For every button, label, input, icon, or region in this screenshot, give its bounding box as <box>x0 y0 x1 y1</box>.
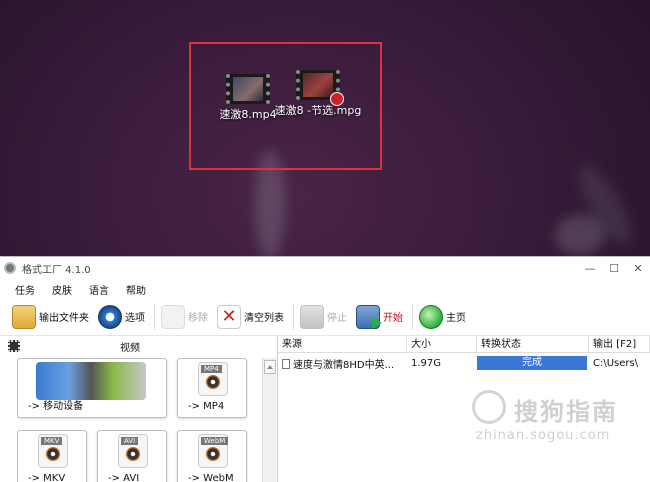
document-icon <box>161 304 185 329</box>
column-status[interactable]: 转换状态 <box>477 336 589 352</box>
row-source: 速度与激情8HD中英... <box>278 356 407 371</box>
options-button[interactable]: 选项 <box>98 304 145 329</box>
tile-mobile-device[interactable]: -> 移动设备 <box>17 358 167 418</box>
toolbar: 输出文件夹 选项 移除 ✕ 清空列表 停止 开始 主页 <box>0 298 650 336</box>
category-header[interactable]: 视频 <box>0 336 277 356</box>
film-icon <box>8 340 20 352</box>
task-list-header: 来源 大小 转换状态 输出 [F2] <box>278 336 650 353</box>
remove-button[interactable]: 移除 <box>161 304 208 329</box>
column-output[interactable]: 输出 [F2] <box>589 336 650 352</box>
converter-badge-icon <box>330 92 344 106</box>
webm-file-icon: WebM <box>198 434 229 468</box>
toolbar-divider <box>154 303 155 330</box>
toolbar-divider <box>412 303 413 330</box>
category-title: 视频 <box>120 342 140 354</box>
home-label: 主页 <box>446 313 466 324</box>
desktop-light-streak <box>555 215 605 255</box>
window-title: 格式工厂 4.1.0 <box>22 264 91 276</box>
tile-label: -> WebM <box>188 473 234 482</box>
menu-bar: 任务 皮肤 语言 帮助 <box>0 280 650 298</box>
format-factory-window: 格式工厂 4.1.0 — ☐ ✕ 任务 皮肤 语言 帮助 输出文件夹 选项 移除… <box>0 256 650 482</box>
menu-item-help[interactable]: 帮助 <box>126 282 146 297</box>
remove-label: 移除 <box>188 313 208 324</box>
tile-label: -> MKV <box>28 473 66 482</box>
status-complete-bar: 完成 <box>477 356 587 370</box>
output-folder-button[interactable]: 输出文件夹 <box>12 304 89 329</box>
stop-icon <box>300 304 324 329</box>
column-source[interactable]: 来源 <box>278 336 407 352</box>
video-file-icon <box>226 74 270 104</box>
mobile-devices-icon <box>36 362 146 400</box>
sogou-logo-icon <box>472 390 506 424</box>
minimize-button[interactable]: — <box>578 262 602 275</box>
folder-icon <box>12 304 36 329</box>
tile-avi[interactable]: AVI -> AVI <box>97 430 167 482</box>
start-play-icon <box>356 304 382 329</box>
toolbar-divider <box>293 303 294 330</box>
title-bar: 格式工厂 4.1.0 — ☐ ✕ <box>0 257 650 279</box>
tile-mkv[interactable]: MKV -> MKV <box>17 430 87 482</box>
red-x-icon: ✕ <box>217 304 241 329</box>
app-logo-icon <box>4 262 16 274</box>
options-icon <box>98 304 122 329</box>
tiles-scrollbar[interactable] <box>262 358 276 482</box>
output-folder-label: 输出文件夹 <box>39 313 89 324</box>
tile-label: -> MP4 <box>188 401 225 412</box>
row-size: 1.97G <box>411 357 442 369</box>
watermark-text: 搜狗指南 <box>514 398 618 426</box>
mp4-file-icon: MP4 <box>198 362 228 396</box>
desktop-file-mpg[interactable]: 速激8 -节选.mpg <box>273 70 363 118</box>
menu-item-skin[interactable]: 皮肤 <box>52 282 72 297</box>
video-file-icon <box>296 70 344 106</box>
stop-label: 停止 <box>327 313 347 324</box>
menu-item-tasks[interactable]: 任务 <box>15 282 35 297</box>
clear-list-button[interactable]: ✕ 清空列表 <box>217 304 284 329</box>
tile-label: -> 移动设备 <box>28 401 84 412</box>
category-panel: 视频 -> 移动设备 MP4 -> MP4 MKV -> MKV AVI -> … <box>0 336 278 482</box>
watermark-url: zhinan.sogou.com <box>476 428 611 443</box>
avi-file-icon: AVI <box>118 434 148 468</box>
maximize-button[interactable]: ☐ <box>602 262 626 275</box>
start-label: 开始 <box>383 313 403 324</box>
format-tiles: -> 移动设备 MP4 -> MP4 MKV -> MKV AVI -> AVI… <box>17 358 261 482</box>
close-button[interactable]: ✕ <box>626 262 650 275</box>
tile-label: -> AVI <box>108 473 140 482</box>
table-row[interactable]: 速度与激情8HD中英... 1.97G 完成 C:\Users\ <box>278 354 650 372</box>
row-output: C:\Users\ <box>593 357 639 369</box>
stop-button[interactable]: 停止 <box>300 304 347 329</box>
mkv-file-icon: MKV <box>38 434 68 468</box>
globe-home-icon <box>419 304 443 329</box>
desktop-file-label: 速激8 -节选.mpg <box>274 104 362 117</box>
clear-list-label: 清空列表 <box>244 313 284 324</box>
file-icon <box>282 358 290 369</box>
tile-webm[interactable]: WebM -> WebM <box>177 430 247 482</box>
start-button[interactable]: 开始 <box>356 304 403 329</box>
options-label: 选项 <box>125 313 145 324</box>
home-button[interactable]: 主页 <box>419 304 466 329</box>
menu-item-language[interactable]: 语言 <box>89 282 109 297</box>
column-size[interactable]: 大小 <box>407 336 477 352</box>
tile-mp4[interactable]: MP4 -> MP4 <box>177 358 247 418</box>
scroll-up-arrow-icon[interactable] <box>263 360 276 374</box>
